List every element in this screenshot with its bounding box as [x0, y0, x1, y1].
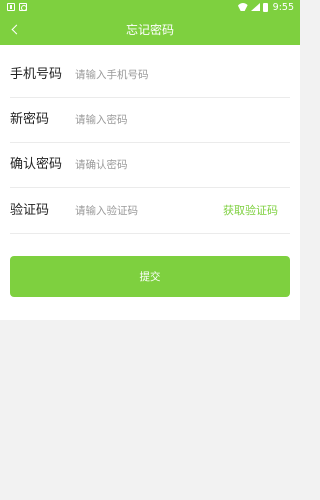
divider: [10, 233, 290, 234]
phone-input[interactable]: [75, 65, 215, 85]
new-password-input[interactable]: [75, 110, 215, 130]
get-code-button[interactable]: 获取验证码: [223, 188, 278, 234]
status-time: 9:55: [272, 1, 294, 13]
code-input[interactable]: [75, 201, 215, 221]
phone-label: 手机号码: [10, 67, 63, 82]
confirm-password-input[interactable]: [75, 155, 215, 175]
new-password-row: 新密码: [0, 97, 300, 143]
status-left: [7, 3, 27, 11]
code-row: 验证码 获取验证码: [0, 188, 300, 234]
page-title: 忘记密码: [125, 23, 174, 37]
notification-icon: [7, 3, 15, 11]
status-right: 9:55: [238, 2, 294, 13]
phone-row: 手机号码: [0, 52, 300, 98]
confirm-password-label: 确认密码: [10, 157, 63, 172]
notification-icon: [19, 3, 27, 11]
battery-icon: [262, 2, 268, 12]
forgot-password-form: 手机号码 新密码 确认密码 验证码 获取验证码 提交: [0, 45, 300, 320]
new-password-label: 新密码: [10, 112, 50, 127]
code-label: 验证码: [10, 203, 50, 218]
submit-button[interactable]: 提交: [10, 256, 290, 297]
nav-bar: 忘记密码: [0, 14, 300, 45]
status-bar: 9:55: [0, 0, 300, 14]
back-button[interactable]: [0, 14, 30, 45]
confirm-password-row: 确认密码: [0, 142, 300, 188]
chevron-left-icon: [11, 24, 21, 35]
signal-icon: [250, 3, 260, 11]
wifi-icon: [238, 3, 248, 11]
